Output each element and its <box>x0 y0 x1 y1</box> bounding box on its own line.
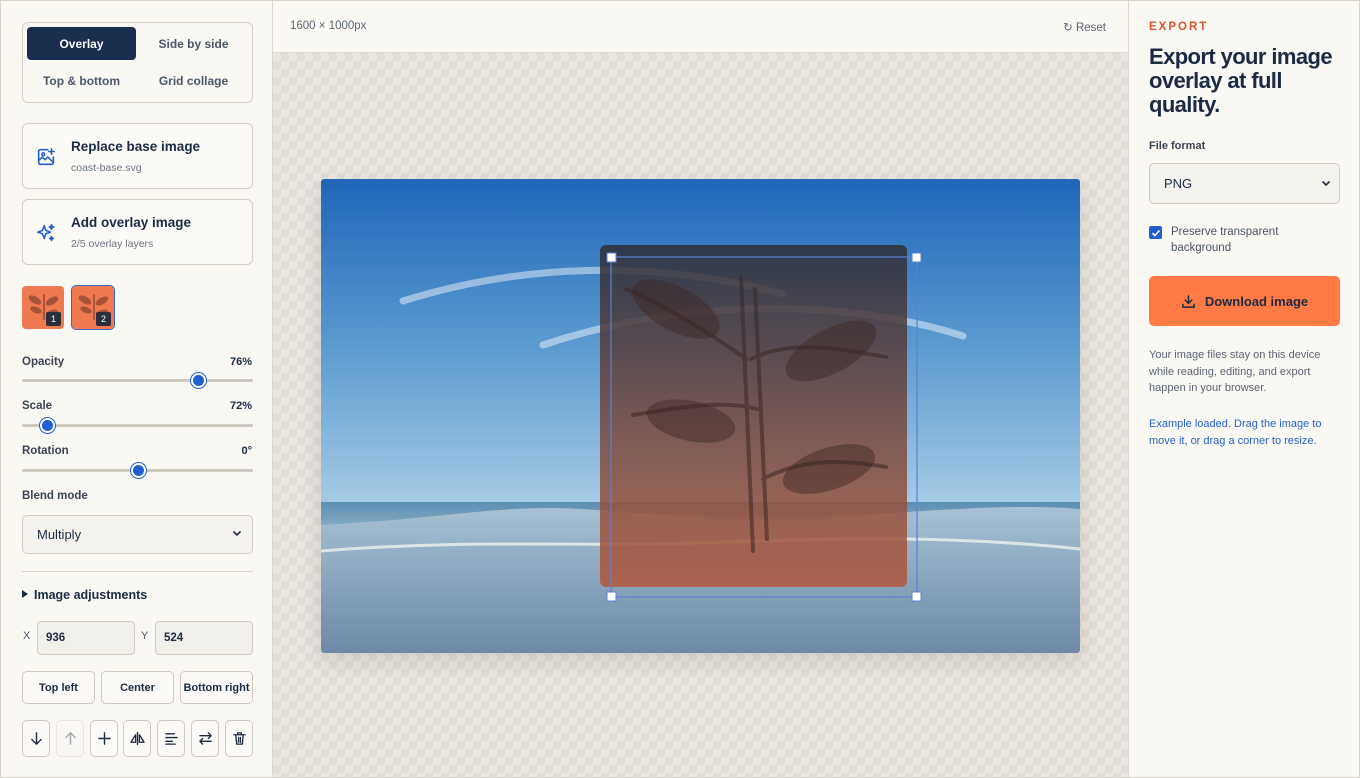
download-label: Download image <box>1204 293 1309 309</box>
left-sidebar: Overlay Side by side Top & bottom Grid c… <box>1 1 273 777</box>
section-divider <box>22 571 253 572</box>
export-headline: Export your image overlay at full qualit… <box>1149 44 1333 117</box>
preserve-transparency-label: Preserve transparent background <box>1171 226 1279 254</box>
file-format-label: File format <box>1149 140 1206 152</box>
example-hint-link[interactable]: Example loaded. Drag the image to move i… <box>1149 416 1334 449</box>
blend-mode-select[interactable]: Multiply <box>22 515 253 554</box>
overlay-layer[interactable] <box>600 245 922 602</box>
y-position-input[interactable]: 524 <box>155 621 253 655</box>
canvas-dimensions: 1600 × 1000px <box>290 20 367 32</box>
blend-mode-value: Multiply <box>37 527 82 542</box>
replace-base-image-button[interactable]: Replace base image coast-base.svg <box>22 123 253 189</box>
reset-icon: ↻ <box>1063 22 1073 34</box>
rotation-label: Rotation <box>22 445 69 457</box>
layer-number-badge: 2 <box>96 312 111 326</box>
move-up-icon <box>64 732 76 745</box>
reset-button[interactable]: ↻ Reset <box>1063 20 1106 34</box>
move-down-icon <box>30 732 42 745</box>
export-panel: EXPORT Export your image overlay at full… <box>1128 1 1359 777</box>
y-label: Y <box>141 630 149 642</box>
mode-top-bottom-button[interactable]: Top & bottom <box>27 64 136 97</box>
scale-slider-handle[interactable] <box>40 418 56 433</box>
flip-horizontal-icon <box>129 731 145 746</box>
composite-preview[interactable] <box>321 179 1080 653</box>
chevron-down-icon <box>232 530 242 537</box>
x-position-input[interactable]: 936 <box>37 621 135 655</box>
resize-handle-bottom-left[interactable] <box>606 591 617 602</box>
image-adjustments-label: Image adjustments <box>34 588 148 602</box>
layout-mode-selector: Overlay Side by side Top & bottom Grid c… <box>22 22 253 103</box>
delete-icon <box>232 732 246 745</box>
scale-slider[interactable] <box>22 418 253 433</box>
add-overlay-image-button[interactable]: Add overlay image 2/5 overlay layers <box>22 199 253 265</box>
rotation-slider-handle[interactable] <box>130 463 146 478</box>
layer-thumbnail-1[interactable]: 1 <box>22 286 64 329</box>
download-image-button[interactable]: Download image <box>1149 276 1340 326</box>
canvas-area[interactable] <box>273 53 1128 777</box>
rotation-value: 0° <box>241 445 252 457</box>
base-file-name: coast-base.svg <box>71 162 142 174</box>
chevron-down-icon <box>1321 180 1331 187</box>
blend-mode-label: Blend mode <box>22 490 88 502</box>
mode-side-by-side-button[interactable]: Side by side <box>139 27 248 60</box>
overlay-layer-count: 2/5 overlay layers <box>71 238 154 250</box>
add-layer-button[interactable] <box>90 720 118 757</box>
add-overlay-title: Add overlay image <box>71 215 192 230</box>
opacity-slider[interactable] <box>22 373 253 388</box>
bottom-right-button[interactable]: Bottom right <box>180 671 253 704</box>
download-icon <box>1181 294 1195 308</box>
export-eyebrow: EXPORT <box>1149 21 1209 33</box>
delete-layer-button[interactable] <box>225 720 253 757</box>
layer-thumbnail-2[interactable]: 2 <box>71 285 115 330</box>
resize-handle-top-right[interactable] <box>911 252 922 263</box>
align-icon <box>164 733 178 745</box>
mode-grid-collage-button[interactable]: Grid collage <box>139 64 248 97</box>
x-label: X <box>23 630 31 642</box>
checkmark-icon <box>1151 229 1160 237</box>
add-icon <box>97 732 111 745</box>
sparkle-icon <box>36 223 55 242</box>
replace-base-title: Replace base image <box>71 139 201 154</box>
app-window: Overlay Side by side Top & bottom Grid c… <box>0 0 1360 778</box>
scale-label: Scale <box>22 400 53 412</box>
preserve-transparency-checkbox[interactable] <box>1149 226 1162 239</box>
image-add-icon <box>37 147 56 166</box>
move-layer-down-button[interactable] <box>22 720 50 757</box>
move-layer-up-button[interactable] <box>56 720 84 757</box>
align-button[interactable] <box>157 720 185 757</box>
reset-label: Reset <box>1075 22 1106 34</box>
file-format-select[interactable]: PNG <box>1149 163 1340 204</box>
disclosure-triangle-icon <box>22 590 28 598</box>
resize-handle-top-left[interactable] <box>606 252 617 263</box>
resize-handle-bottom-right[interactable] <box>911 591 922 602</box>
flip-horizontal-button[interactable] <box>123 720 151 757</box>
rotation-slider[interactable] <box>22 463 253 478</box>
top-left-button[interactable]: Top left <box>22 671 95 704</box>
mode-overlay-button[interactable]: Overlay <box>27 27 136 60</box>
layer-number-badge: 1 <box>46 312 61 326</box>
opacity-slider-handle[interactable] <box>190 373 206 388</box>
opacity-value: 76% <box>229 356 252 368</box>
canvas-panel: 1600 × 1000px ↻ Reset <box>273 1 1128 777</box>
image-adjustments-toggle[interactable]: Image adjustments <box>22 588 147 602</box>
center-button[interactable]: Center <box>101 671 174 704</box>
file-format-value: PNG <box>1164 176 1193 191</box>
privacy-note: Your image files stay on this device whi… <box>1149 349 1321 394</box>
canvas-toolbar: 1600 × 1000px ↻ Reset <box>273 1 1128 53</box>
swap-button[interactable] <box>191 720 219 757</box>
scale-value: 72% <box>229 400 252 412</box>
swap-icon <box>198 732 212 745</box>
opacity-label: Opacity <box>22 356 65 368</box>
